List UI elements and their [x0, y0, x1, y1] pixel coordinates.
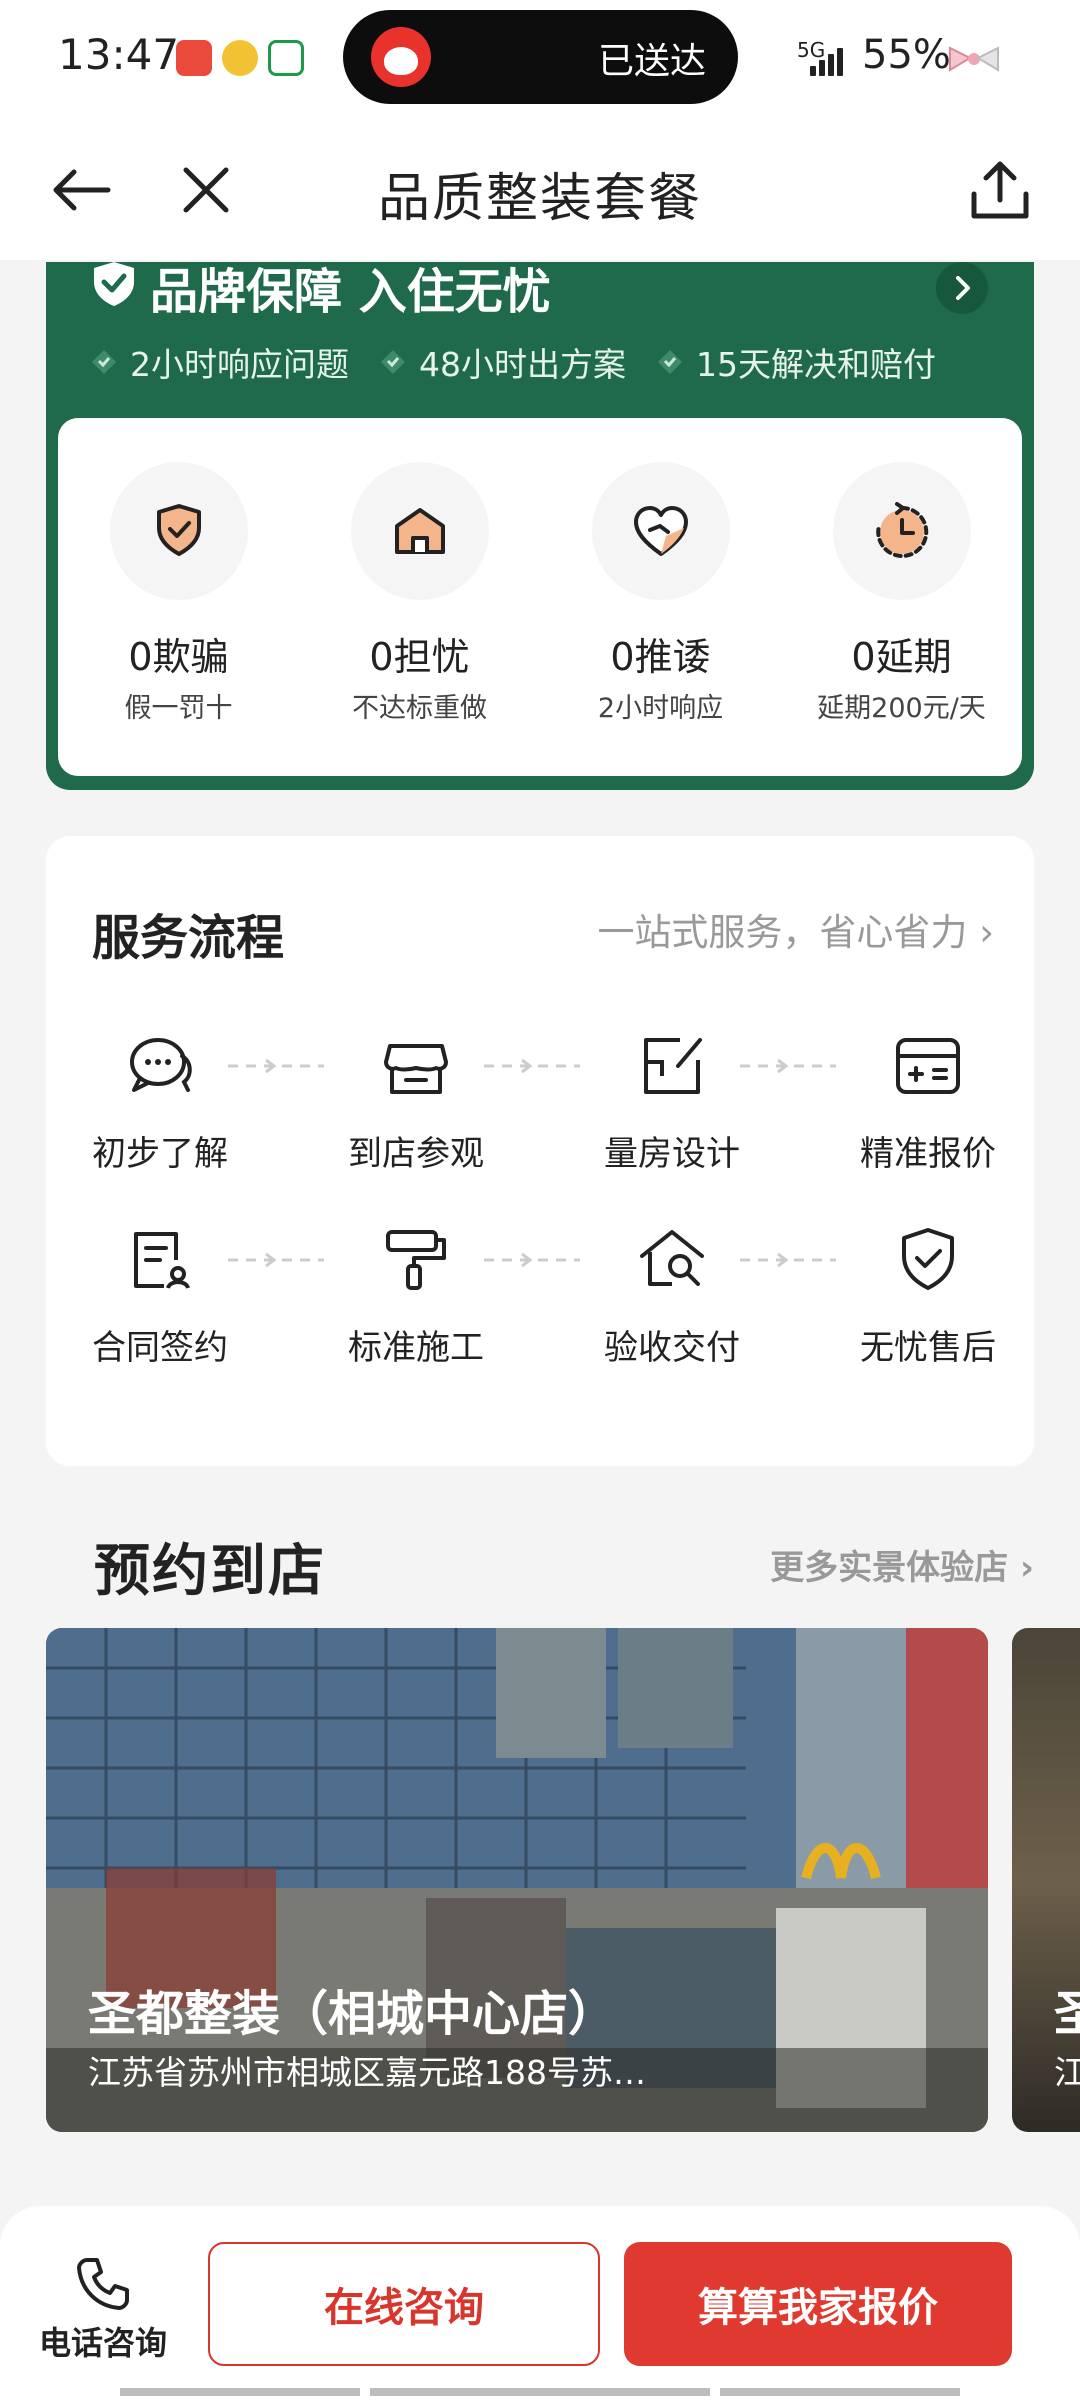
contract-icon	[134, 1232, 190, 1289]
guarantee-item-label: 0欺骗	[128, 635, 229, 679]
flow-arrow-icon	[740, 1252, 836, 1268]
process-step: 标准施工	[316, 1220, 516, 1369]
guarantee-items: 0欺骗 假一罚十 0担忧 不达标重做 0推诿 2小时响应 0延期 延期200元/…	[58, 418, 1022, 776]
shield-check-icon	[902, 1228, 954, 1290]
store-name: 圣都整装（相城中心店）	[88, 1986, 617, 2042]
guarantee-feature-text: 2小时响应问题	[130, 345, 349, 384]
guarantee-item-sub: 假一罚十	[124, 693, 233, 724]
flow-arrow-icon	[484, 1252, 580, 1268]
guarantee-item-label: 0推诿	[610, 635, 711, 679]
flow-arrow-icon	[484, 1058, 580, 1074]
chat-bubble-icon	[130, 1038, 192, 1092]
guarantee-item-sub: 延期200元/天	[817, 693, 986, 724]
service-process-card: 服务流程 一站式服务，省心省力 › 初步了解 到店参观 量房设计 精准报价 合同…	[46, 836, 1034, 1466]
battery-level: 55%	[862, 32, 951, 78]
nav-bar: 品质整装套餐	[0, 120, 1080, 260]
status-time: 13:47	[58, 30, 180, 79]
jd-mascot-icon	[371, 27, 431, 87]
status-bar: 13:47 已送达 5G 55%	[0, 0, 1080, 120]
guarantee-features: 2小时响应问题 48小时出方案 15天解决和赔付	[88, 338, 1014, 386]
house-inspect-icon	[640, 1230, 704, 1286]
guarantee-item-no-worry: 0担忧 不达标重做	[299, 418, 540, 776]
diamond-check-icon	[92, 350, 116, 374]
home-indicator	[120, 2388, 960, 2396]
house-icon	[394, 508, 445, 554]
bottom-action-bar: 电话咨询 在线咨询 算算我家报价	[0, 2206, 1080, 2400]
paint-roller-icon	[386, 1230, 446, 1290]
island-status-text: 已送达	[597, 41, 706, 82]
section-title: 服务流程	[92, 910, 285, 966]
guarantee-feature: 15天解决和赔付	[654, 338, 936, 386]
chevron-right-icon	[956, 276, 970, 300]
battery-bow-icon	[949, 46, 999, 72]
calculator-card-icon	[896, 1038, 960, 1094]
clock-icon	[875, 502, 928, 558]
process-step: 无忧售后	[828, 1220, 1028, 1369]
process-step-label: 无忧售后	[860, 1328, 996, 1368]
process-step: 到店参观	[316, 1026, 516, 1175]
guarantee-item-label: 0担忧	[369, 635, 470, 679]
network-type: 5G	[797, 38, 826, 62]
online-consult-button[interactable]: 在线咨询	[208, 2242, 600, 2366]
guarantee-title: 品牌保障 入住无忧	[150, 264, 551, 320]
store-address: 江苏省苏州市相城区嘉元路188号苏…	[88, 2053, 646, 2092]
weibo-notification-icon	[222, 40, 258, 76]
page-title: 品质整装套餐	[377, 169, 702, 229]
app-notification-icon	[176, 40, 212, 76]
more-stores-link[interactable]: 更多实景体验店 ›	[770, 1540, 1034, 1589]
process-step-label: 量房设计	[604, 1134, 740, 1174]
guarantee-feature-text: 48小时出方案	[419, 345, 626, 384]
chevron-right-icon: ›	[1019, 1548, 1034, 1588]
guarantee-feature: 2小时响应问题	[88, 338, 349, 386]
process-step-label: 合同签约	[92, 1328, 228, 1368]
process-step: 验收交付	[572, 1220, 772, 1369]
more-stores-text: 更多实景体验店	[770, 1548, 1009, 1588]
shield-check-icon	[94, 262, 134, 306]
share-button[interactable]	[960, 150, 1040, 230]
guarantee-feature: 48小时出方案	[377, 338, 626, 386]
phone-consult-label: 电话咨询	[38, 2324, 167, 2362]
phone-icon	[77, 2258, 129, 2310]
process-step: 量房设计	[572, 1026, 772, 1175]
process-step-label: 标准施工	[348, 1328, 484, 1368]
process-step-label: 到店参观	[348, 1134, 484, 1174]
process-step-label: 初步了解	[92, 1134, 228, 1174]
store-name: 圣	[1054, 1986, 1080, 2042]
guarantee-item-no-excuses: 0推诿 2小时响应	[540, 418, 781, 776]
guarantee-item-no-delay: 0延期 延期200元/天	[781, 418, 1022, 776]
chevron-right-icon: ›	[979, 911, 994, 954]
get-quote-button[interactable]: 算算我家报价	[624, 2242, 1012, 2366]
shield-check-icon	[156, 504, 201, 556]
guarantee-card[interactable]: 品牌保障 入住无忧 2小时响应问题 48小时出方案 15天解决和赔付 0欺骗 假…	[46, 262, 1034, 790]
floorplan-icon	[644, 1038, 702, 1094]
store-icon	[384, 1044, 448, 1094]
section-title: 预约到店	[94, 1539, 326, 1604]
guarantee-item-sub: 不达标重做	[352, 693, 487, 724]
guarantee-item-sub: 2小时响应	[597, 693, 724, 724]
store-card[interactable]: 圣都整装（相城中心店） 江苏省苏州市相城区嘉元路188号苏…	[46, 1628, 988, 2132]
finance-notification-icon	[268, 40, 304, 76]
phone-consult-button[interactable]: 电话咨询	[28, 2254, 178, 2364]
process-more-text: 一站式服务，省心省力	[597, 911, 968, 954]
guarantee-more-button[interactable]	[936, 262, 988, 314]
flow-arrow-icon	[740, 1058, 836, 1074]
guarantee-item-no-deception: 0欺骗 假一罚十	[58, 418, 299, 776]
flow-arrow-icon	[228, 1252, 324, 1268]
guarantee-feature-text: 15天解决和赔付	[696, 345, 936, 384]
store-address: 江	[1054, 2053, 1080, 2092]
process-step: 精准报价	[828, 1026, 1028, 1175]
process-step: 初步了解	[60, 1026, 260, 1175]
heart-icon	[633, 506, 688, 556]
process-step-label: 精准报价	[860, 1134, 996, 1174]
guarantee-item-label: 0延期	[851, 635, 952, 679]
flow-arrow-icon	[228, 1058, 324, 1074]
process-step-label: 验收交付	[604, 1328, 740, 1368]
process-more-link[interactable]: 一站式服务，省心省力 ›	[597, 902, 994, 956]
store-card[interactable]: 圣 江	[1012, 1628, 1080, 2132]
diamond-check-icon	[658, 350, 682, 374]
process-step: 合同签约	[60, 1220, 260, 1369]
dynamic-island[interactable]: 已送达	[343, 10, 738, 104]
share-icon	[971, 161, 1029, 219]
diamond-check-icon	[381, 350, 405, 374]
